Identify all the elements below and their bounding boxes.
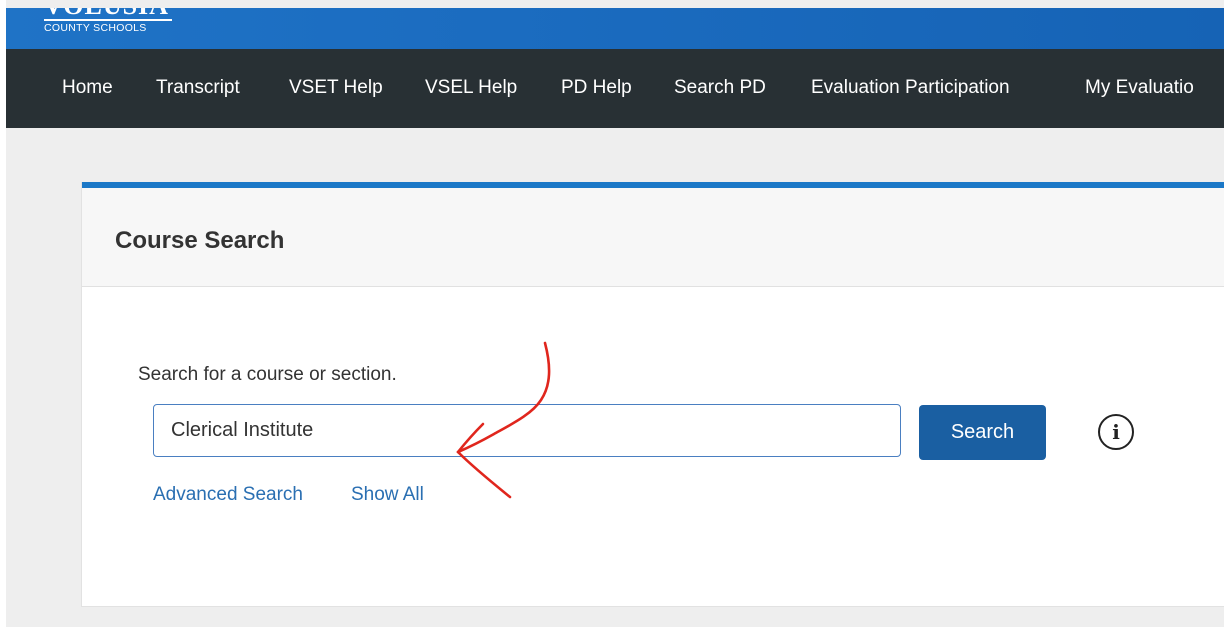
nav-item-evaluation-participation[interactable]: Evaluation Participation bbox=[811, 76, 1010, 100]
nav-item-my-evaluations[interactable]: My Evaluatio bbox=[1085, 76, 1194, 100]
brand-bar: VOLUSIA COUNTY SCHOOLS bbox=[6, 8, 1224, 49]
show-all-link[interactable]: Show All bbox=[351, 484, 424, 506]
search-button[interactable]: Search bbox=[919, 405, 1046, 460]
nav-item-search-pd[interactable]: Search PD bbox=[674, 76, 766, 100]
nav-item-home[interactable]: Home bbox=[62, 76, 113, 100]
nav-item-vsel-help[interactable]: VSEL Help bbox=[425, 76, 517, 100]
logo-subtext: COUNTY SCHOOLS bbox=[44, 22, 147, 34]
course-search-card: Course Search Search for a course or sec… bbox=[81, 182, 1224, 607]
district-logo[interactable]: VOLUSIA COUNTY SCHOOLS bbox=[44, 8, 172, 34]
search-prompt-label: Search for a course or section. bbox=[138, 364, 397, 385]
nav-item-transcript[interactable]: Transcript bbox=[156, 76, 240, 100]
advanced-search-link[interactable]: Advanced Search bbox=[153, 484, 303, 506]
main-navigation: Home Transcript VSET Help VSEL Help PD H… bbox=[6, 49, 1224, 128]
nav-item-vset-help[interactable]: VSET Help bbox=[289, 76, 383, 100]
logo-wordmark: VOLUSIA bbox=[44, 8, 172, 19]
info-icon[interactable]: i bbox=[1098, 414, 1134, 450]
page-title: Course Search bbox=[115, 227, 285, 254]
course-search-input[interactable] bbox=[153, 404, 901, 457]
nav-item-pd-help[interactable]: PD Help bbox=[561, 76, 632, 100]
card-header: Course Search bbox=[82, 188, 1224, 287]
